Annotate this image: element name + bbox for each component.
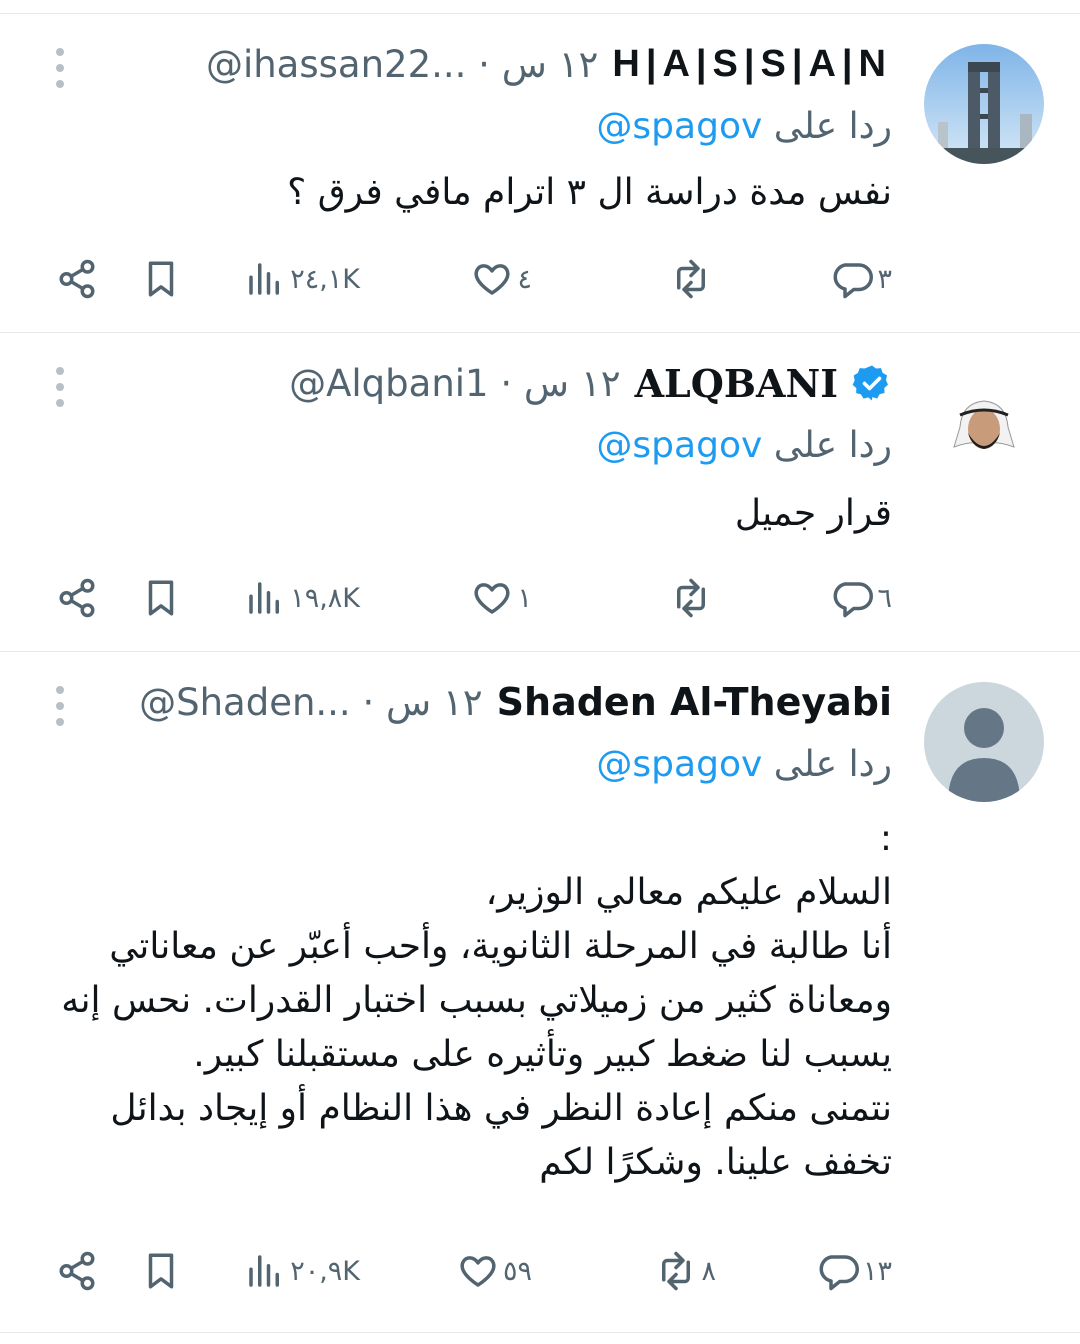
reply-bubble-icon xyxy=(819,1255,859,1291)
author-name[interactable]: ALQBANI xyxy=(635,361,838,406)
author-name[interactable]: Shaden Al-Theyabi xyxy=(497,680,892,724)
handle-and-time[interactable]: @Alqbani1 · ١٢ س xyxy=(289,362,620,405)
avatar[interactable] xyxy=(924,44,1044,164)
tweet-header: Shaden Al-Theyabi @Shaden... · ١٢ س xyxy=(40,674,892,730)
like-action[interactable]: ٤ xyxy=(471,254,532,304)
reply-handle-link[interactable]: @spagov xyxy=(596,106,762,147)
reply-context: ردا على @spagov xyxy=(596,106,892,147)
reply-count: ١٣ xyxy=(862,1255,892,1287)
reply-action[interactable]: ٣ xyxy=(831,254,892,304)
like-action[interactable]: ٥٩ xyxy=(457,1246,532,1296)
heart-icon xyxy=(460,1256,496,1287)
share-button[interactable] xyxy=(56,573,98,623)
reply-action[interactable]: ٦ xyxy=(831,573,892,623)
retweet-icon xyxy=(677,259,705,299)
share-button[interactable] xyxy=(56,1246,98,1296)
tweet-card-1[interactable]: H|A|S|S|A|N @ihassan22... · ١٢ س ردا على… xyxy=(0,14,1080,333)
tweet-text: نفس مدة دراسة ال ٣ اترام مافي فرق ؟ xyxy=(287,172,892,213)
bookmark-button[interactable] xyxy=(140,573,182,623)
bookmark-button[interactable] xyxy=(140,1246,182,1296)
tweet-text: قرار جميل xyxy=(734,493,892,534)
handle-and-time[interactable]: @Shaden... · ١٢ س xyxy=(139,681,483,724)
retweet-action[interactable]: ٨ xyxy=(655,1246,716,1296)
like-count: ١ xyxy=(517,582,532,614)
reply-context: ردا على @spagov xyxy=(596,425,892,466)
tweet-text: : السلام عليكم معالي الوزير، أنا طالبة ف… xyxy=(61,818,892,1183)
reply-bubble-icon xyxy=(834,263,874,299)
bookmark-button[interactable] xyxy=(140,254,182,304)
like-count: ٥٩ xyxy=(502,1255,532,1287)
retweet-icon xyxy=(662,1251,691,1291)
reply-action[interactable]: ١٣ xyxy=(817,1246,892,1296)
avatar[interactable] xyxy=(924,363,1044,483)
more-vertical-icon[interactable] xyxy=(48,682,72,730)
views-bar-chart-icon xyxy=(249,582,280,614)
share-icon xyxy=(59,1251,95,1291)
reply-bubble-icon xyxy=(834,582,874,618)
reply-prefix: ردا على xyxy=(773,106,892,147)
share-icon xyxy=(59,259,95,299)
share-icon xyxy=(59,578,95,618)
author-name[interactable]: H|A|S|S|A|N xyxy=(612,43,892,86)
retweet-count: ٨ xyxy=(701,1255,716,1287)
reply-handle-link[interactable]: @spagov xyxy=(596,744,762,785)
tweet-header: H|A|S|S|A|N @ihassan22... · ١٢ س xyxy=(40,36,892,92)
tweet-header: ALQBANI @Alqbani1 · ١٢ س xyxy=(40,355,892,411)
views-bar-chart-icon xyxy=(249,1255,280,1287)
reply-prefix: ردا على xyxy=(773,744,892,785)
tweet-card-3[interactable]: Shaden Al-Theyabi @Shaden... · ١٢ س ردا … xyxy=(0,652,1080,1333)
views-count: ١٩,٨K xyxy=(290,582,360,614)
more-vertical-icon[interactable] xyxy=(48,44,72,92)
views-count: ٢٤,١K xyxy=(290,263,360,295)
heart-icon xyxy=(474,264,510,295)
views-bar-chart-icon xyxy=(249,263,280,295)
avatar[interactable] xyxy=(924,682,1044,802)
reply-handle-link[interactable]: @spagov xyxy=(596,425,762,466)
more-vertical-icon[interactable] xyxy=(48,363,72,411)
handle-and-time[interactable]: @ihassan22... · ١٢ س xyxy=(206,43,598,86)
bookmark-icon xyxy=(148,1253,174,1289)
reply-count: ٦ xyxy=(877,582,892,614)
tweet-actions: ٣ ٤ ٢٤,١K xyxy=(0,254,1080,304)
bookmark-icon xyxy=(148,580,174,616)
retweet-action[interactable] xyxy=(670,254,716,304)
views-action[interactable]: ٢٠,٩K xyxy=(244,1246,360,1296)
tweet-actions: ٦ ١ ١٩,٨K xyxy=(0,573,1080,623)
reply-context: ردا على @spagov xyxy=(596,744,892,785)
reply-count: ٣ xyxy=(877,263,892,295)
views-count: ٢٠,٩K xyxy=(290,1255,360,1287)
share-button[interactable] xyxy=(56,254,98,304)
views-action[interactable]: ٢٤,١K xyxy=(244,254,360,304)
verified-badge-icon xyxy=(852,365,888,401)
retweet-icon xyxy=(677,578,705,618)
like-action[interactable]: ١ xyxy=(471,573,532,623)
heart-icon xyxy=(474,583,510,614)
like-count: ٤ xyxy=(517,263,532,295)
tweet-card-2[interactable]: ALQBANI @Alqbani1 · ١٢ س ردا على @spagov… xyxy=(0,333,1080,652)
views-action[interactable]: ١٩,٨K xyxy=(244,573,360,623)
tweet-actions: ١٣ ٨ ٥٩ ٢٠,٩K xyxy=(0,1246,1080,1296)
retweet-action[interactable] xyxy=(670,573,716,623)
bookmark-icon xyxy=(148,261,174,297)
reply-prefix: ردا على xyxy=(773,425,892,466)
